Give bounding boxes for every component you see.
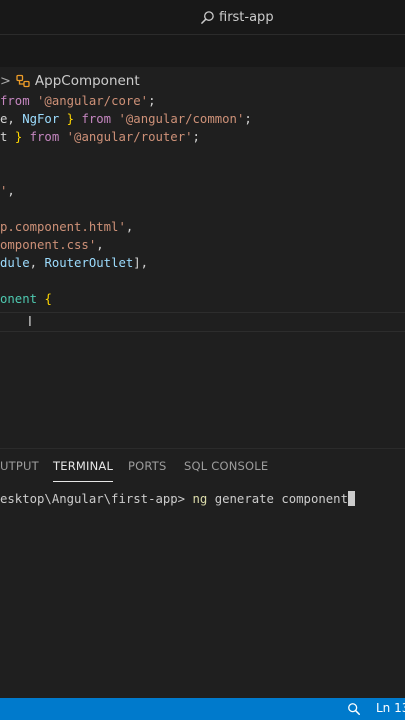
code-line: onent { (0, 290, 52, 308)
code-token: NgFor (22, 112, 60, 126)
tab-sql-console[interactable]: SQL CONSOLE (184, 459, 268, 473)
code-token: ], (133, 256, 149, 270)
code-token: dule (0, 256, 30, 270)
breadcrumb: > AppComponent (0, 70, 140, 92)
code-token: from (0, 94, 30, 108)
code-line: ', (0, 182, 15, 200)
code-token: { (44, 292, 52, 306)
search-icon (201, 10, 214, 24)
code-line: dule, RouterOutlet], (0, 254, 148, 272)
code-token: , (29, 256, 45, 270)
status-cursor-position[interactable]: Ln 13 (376, 701, 405, 715)
editor-tab-bar (0, 35, 405, 67)
terminal-args: generate component (207, 492, 348, 506)
code-line: t } from '@angular/router'; (0, 128, 200, 146)
terminal-prompt: esktop\Angular\first-app> (0, 492, 193, 506)
text-cursor-ibeam: I (28, 315, 32, 330)
code-token: from (29, 130, 60, 144)
code-token: , (7, 184, 15, 198)
breadcrumb-separator: > (0, 73, 11, 89)
code-token: ; (192, 130, 200, 144)
class-symbol-icon (16, 74, 30, 88)
code-token: from (81, 112, 112, 126)
code-token: p.component.html' (0, 220, 126, 234)
code-line: p.component.html', (0, 218, 133, 236)
title-bar: first-app (0, 0, 405, 35)
panel-tab-bar: UTPUT TERMINAL PORTS SQL CONSOLE (0, 449, 405, 483)
terminal[interactable]: esktop\Angular\first-app> ng generate co… (0, 483, 405, 698)
current-line-highlight (0, 312, 405, 332)
code-token: omponent.css' (0, 238, 97, 252)
code-line: e, NgFor } from '@angular/common'; (0, 110, 252, 128)
tab-terminal[interactable]: TERMINAL (53, 459, 114, 482)
tab-ports[interactable]: PORTS (128, 459, 166, 473)
terminal-cursor (347, 491, 355, 506)
code-token: onent (0, 292, 38, 306)
code-token: , (96, 238, 104, 252)
code-token: ; (244, 112, 252, 126)
status-bar: Ln 13 (0, 698, 405, 720)
code-token: '@angular/core' (37, 94, 149, 108)
code-line: from '@angular/core'; (0, 92, 156, 110)
command-center-search[interactable]: first-app (200, 8, 274, 26)
status-zoom[interactable] (340, 698, 368, 720)
code-token: RouterOutlet (44, 256, 134, 270)
code-token: t (0, 130, 15, 144)
code-token: ; (148, 94, 156, 108)
code-token: e, (0, 112, 23, 126)
zoom-icon (348, 703, 360, 715)
code-editor[interactable]: from '@angular/core'; e, NgFor } from '@… (0, 92, 405, 447)
code-token: , (125, 220, 134, 234)
terminal-command: ng (192, 492, 208, 506)
code-token: '@angular/router' (66, 130, 193, 144)
search-text: first-app (219, 9, 274, 25)
tab-output[interactable]: UTPUT (0, 459, 39, 473)
code-line: omponent.css', (0, 236, 104, 254)
breadcrumb-item-appcomponent[interactable]: AppComponent (35, 73, 140, 89)
code-token: '@angular/common' (118, 112, 245, 126)
terminal-line: esktop\Angular\first-app> ng generate co… (0, 490, 355, 508)
code-token: } (66, 112, 75, 126)
